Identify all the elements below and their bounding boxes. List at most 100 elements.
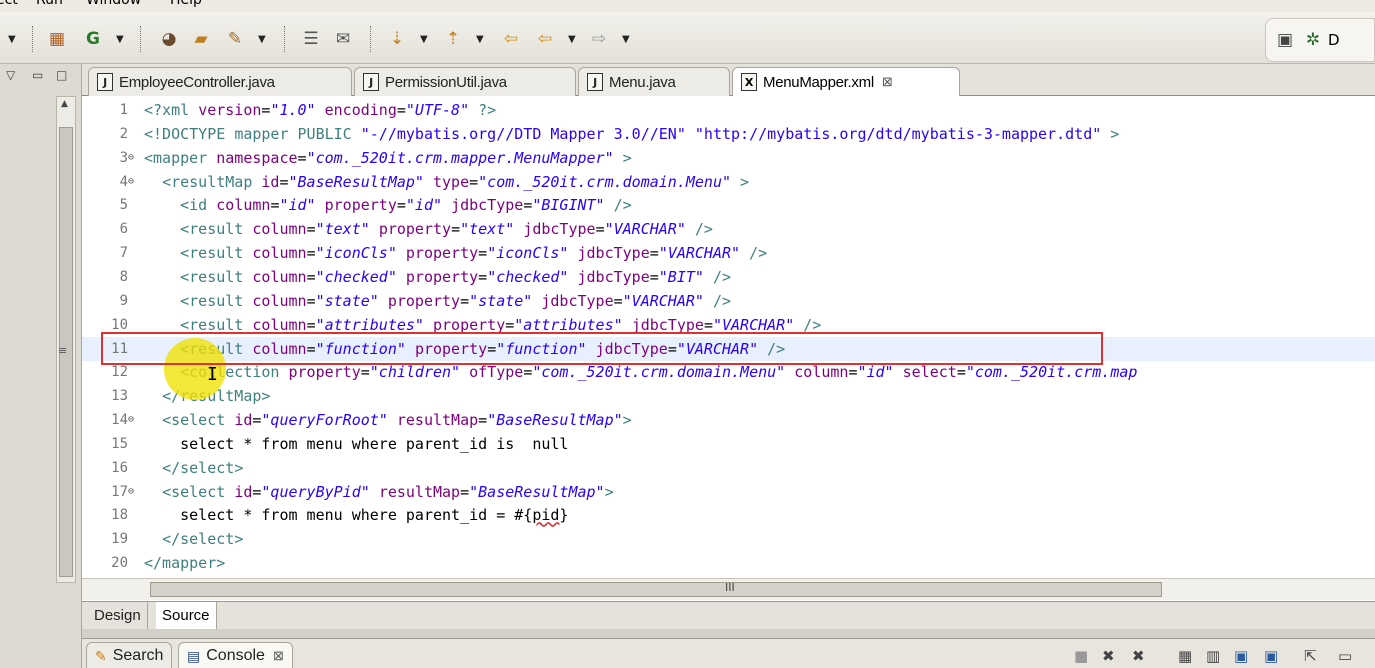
menu-item-help[interactable]: Help <box>170 0 202 8</box>
toolbar-separator <box>32 26 34 52</box>
code-text: <result column="iconCls" property="iconC… <box>180 244 768 263</box>
pin-console-icon[interactable]: ⇱ <box>1304 647 1317 665</box>
main-toolbar: ▼ ▦ G ▼ ◕ ▰ ✎ ▼ ☰ ✉ ⇣ ▼ ⇡ ▼ ⇦ ⇦ ▼ ⇨ ▼ ▣ … <box>0 12 1375 64</box>
perspective-label: D <box>1328 31 1340 49</box>
minimize-icon[interactable]: ▭ <box>1338 647 1352 665</box>
tab-console[interactable]: ▤ Console ⊠ <box>178 642 293 668</box>
line-number: 4 <box>119 173 128 190</box>
code-line[interactable]: 20 </mapper> <box>82 551 1375 575</box>
code-line[interactable]: 15 select * from menu where parent_id is… <box>82 432 1375 456</box>
dropdown-arrow-icon[interactable]: ▼ <box>8 34 16 45</box>
console-icon: ▤ <box>187 647 201 664</box>
remove-all-icon[interactable]: ✖ <box>1132 647 1145 665</box>
fold-toggle-icon[interactable]: ⊖ <box>128 480 134 504</box>
back-icon[interactable]: ⇦ <box>500 28 522 50</box>
tab-source[interactable]: Source <box>156 602 217 629</box>
code-text: </select> <box>162 458 244 477</box>
code-line[interactable]: 6 <result column="text" property="text" … <box>82 217 1375 241</box>
scrollbar-grip-icon: ≡ <box>58 344 68 357</box>
vertical-scrollbar[interactable]: ▲ <box>56 96 76 583</box>
dropdown-arrow-icon[interactable]: ▼ <box>420 34 428 45</box>
code-line[interactable]: 1 <?xml version="1.0" encoding="UTF-8" ?> <box>82 98 1375 122</box>
code-line[interactable]: 3 ⊖ <mapper namespace="com._520it.crm.mapp… <box>82 146 1375 170</box>
code-line[interactable]: 9 <result column="state" property="state… <box>82 289 1375 313</box>
minimize-icon[interactable]: ▭ <box>32 68 43 82</box>
show-stderr-icon[interactable]: ▣ <box>1264 647 1278 665</box>
line-number: 19 <box>111 531 128 548</box>
debug-perspective-icon[interactable]: ✲ <box>1302 29 1324 51</box>
code-line[interactable]: 4 ⊖ <resultMap id="BaseResultMap" type="c… <box>82 170 1375 194</box>
debug-run-icon[interactable]: G <box>82 28 104 50</box>
fold-toggle-icon[interactable]: ⊖ <box>128 170 134 194</box>
scroll-up-icon[interactable]: ▲ <box>61 99 68 109</box>
build-icon[interactable]: ▦ <box>46 28 68 50</box>
tab-employee-controller[interactable]: J EmployeeController.java <box>88 67 352 96</box>
line-number: 17 <box>111 483 128 500</box>
code-line[interactable]: 16 </select> <box>82 456 1375 480</box>
forward-icon[interactable]: ⇦ <box>534 28 556 50</box>
show-stdout-icon[interactable]: ▣ <box>1234 647 1248 665</box>
code-line[interactable]: 5 <id column="id" property="id" jdbcType… <box>82 193 1375 217</box>
tab-label: MenuMapper.xml <box>763 73 874 91</box>
tab-menu-mapper-xml[interactable]: X MenuMapper.xml ⊠ <box>732 67 960 96</box>
fold-toggle-icon[interactable]: ⊖ <box>128 408 134 432</box>
last-edit-icon[interactable]: ⇨ <box>588 28 610 50</box>
tab-search[interactable]: ✎ Search <box>86 642 173 668</box>
tab-permission-util[interactable]: J PermissionUtil.java <box>354 67 576 96</box>
tab-label: PermissionUtil.java <box>385 73 507 91</box>
dropdown-arrow-icon[interactable]: ▼ <box>622 34 630 45</box>
next-annotation-icon[interactable]: ⇣ <box>386 28 408 50</box>
java-file-icon: J <box>97 73 113 91</box>
rocket-icon[interactable]: ✎ <box>224 28 246 50</box>
code-text: <select id="queryForRoot" resultMap="Bas… <box>162 411 632 430</box>
code-line[interactable]: 2 <!DOCTYPE mapper PUBLIC "-//mybatis.org… <box>82 122 1375 146</box>
code-line[interactable]: 13 </resultMap> <box>82 384 1375 408</box>
fold-toggle-icon[interactable]: ⊖ <box>128 146 134 170</box>
mark-icon[interactable]: ✉ <box>332 28 354 50</box>
open-folder-icon[interactable]: ▰ <box>190 28 212 50</box>
close-tab-icon[interactable]: ⊠ <box>273 648 284 664</box>
line-number: 9 <box>119 292 128 309</box>
tab-menu-java[interactable]: J Menu.java <box>578 67 730 96</box>
menu-item-run[interactable]: Run <box>36 0 63 8</box>
code-line[interactable]: 19 </select> <box>82 527 1375 551</box>
code-text: <mapper namespace="com._520it.crm.mapper… <box>144 148 632 167</box>
menu-bar: ect Run Window Help <box>0 0 1375 12</box>
close-tab-icon[interactable]: ⊠ <box>882 74 893 90</box>
dropdown-arrow-icon[interactable]: ▼ <box>258 34 266 45</box>
code-text: <result column="state" property="state" … <box>180 291 732 310</box>
menu-item-window[interactable]: Window <box>86 0 141 8</box>
remove-launch-icon[interactable]: ✖ <box>1102 647 1115 665</box>
open-type-icon[interactable]: ◕ <box>158 28 180 50</box>
tab-label: Search <box>112 647 164 664</box>
code-line[interactable]: 8 <result column="checked" property="che… <box>82 265 1375 289</box>
task-icon[interactable]: ☰ <box>300 28 322 50</box>
open-perspective-icon[interactable]: ▣ <box>1274 29 1296 51</box>
hscroll-thumb[interactable]: III <box>150 581 1162 597</box>
perspective-switcher[interactable]: ▣ ✲ D <box>1265 18 1375 62</box>
scroll-lock-icon[interactable]: ▥ <box>1206 647 1220 665</box>
tab-design[interactable]: Design <box>88 602 148 629</box>
clear-console-icon[interactable]: ▦ <box>1178 647 1192 665</box>
dropdown-arrow-icon[interactable]: ▼ <box>476 34 484 45</box>
line-number: 14 <box>111 412 128 429</box>
toolbar-separator <box>284 26 286 52</box>
line-number: 2 <box>119 125 128 142</box>
view-menu-icon[interactable]: ▽ <box>6 68 15 82</box>
prev-annotation-icon[interactable]: ⇡ <box>442 28 464 50</box>
line-number: 20 <box>111 555 128 572</box>
menu-item-project[interactable]: ect <box>0 0 18 8</box>
horizontal-scrollbar[interactable]: III <box>82 578 1375 600</box>
code-line[interactable]: 17 ⊖ <select id="queryByPid" resultMap="B… <box>82 480 1375 504</box>
maximize-icon[interactable]: □ <box>56 68 67 82</box>
line-number: 18 <box>111 507 128 524</box>
code-line[interactable]: 7 <result column="iconCls" property="ico… <box>82 241 1375 265</box>
tab-label: Console <box>206 647 265 664</box>
terminate-icon[interactable]: ■ <box>1074 647 1088 665</box>
code-line[interactable]: 18 select * from menu where parent_id = … <box>82 503 1375 527</box>
line-number: 8 <box>119 268 128 285</box>
dropdown-arrow-icon[interactable]: ▼ <box>568 34 576 45</box>
dropdown-arrow-icon[interactable]: ▼ <box>116 34 124 45</box>
code-text: <?xml version="1.0" encoding="UTF-8" ?> <box>144 101 497 119</box>
code-line[interactable]: 14 ⊖ <select id="queryForRoot" resultMap=… <box>82 408 1375 432</box>
